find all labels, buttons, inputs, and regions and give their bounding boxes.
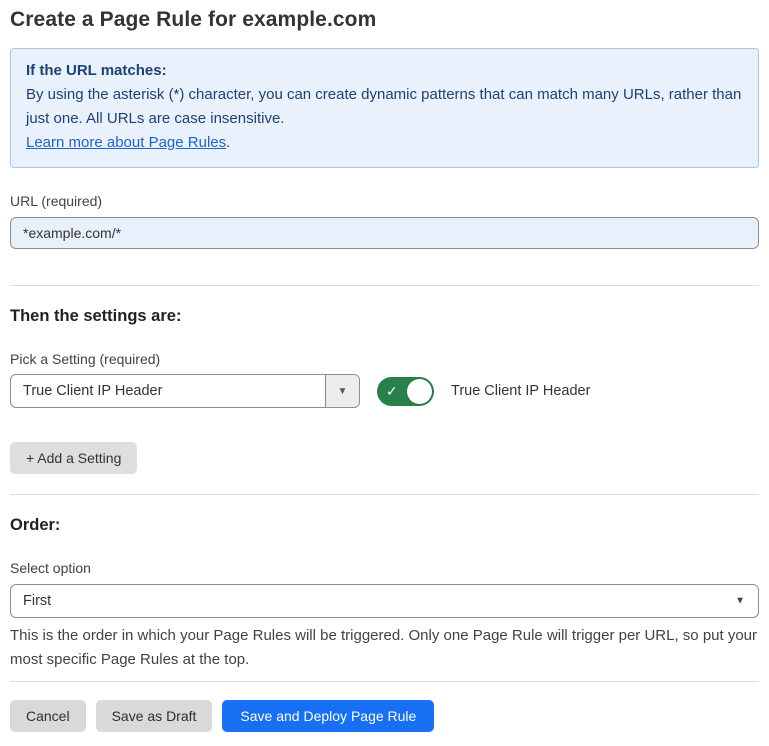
info-box-heading: If the URL matches: (26, 59, 743, 83)
page-title: Create a Page Rule for example.com (10, 8, 759, 32)
url-input[interactable] (10, 217, 759, 249)
order-select-label: Select option (10, 560, 759, 576)
setting-dropdown[interactable]: True Client IP Header ▼ (10, 374, 360, 408)
section-divider (10, 285, 759, 286)
link-suffix: . (226, 134, 230, 151)
setting-toggle-label: True Client IP Header (451, 383, 590, 399)
setting-dropdown-caret-button[interactable]: ▼ (325, 375, 359, 407)
order-select[interactable]: First ▼ (10, 584, 759, 618)
info-box-link-line: Learn more about Page Rules. (26, 131, 743, 155)
add-setting-button[interactable]: + Add a Setting (10, 442, 137, 474)
chevron-down-icon: ▼ (735, 596, 745, 607)
order-help-text: This is the order in which your Page Rul… (10, 624, 759, 672)
save-as-draft-button[interactable]: Save as Draft (96, 700, 213, 732)
chevron-down-icon: ▼ (338, 386, 348, 397)
section-divider (10, 494, 759, 495)
setting-dropdown-value: True Client IP Header (11, 375, 325, 407)
form-actions: Cancel Save as Draft Save and Deploy Pag… (10, 700, 759, 732)
setting-toggle[interactable]: ✓ (377, 377, 434, 406)
url-field-label: URL (required) (10, 193, 759, 209)
section-divider (10, 681, 759, 682)
save-and-deploy-button[interactable]: Save and Deploy Page Rule (222, 700, 434, 732)
info-box-body: By using the asterisk (*) character, you… (26, 83, 743, 131)
check-icon: ✓ (386, 384, 398, 398)
toggle-knob (407, 379, 432, 404)
page-rule-form: Create a Page Rule for example.com If th… (0, 0, 769, 746)
order-select-value: First (11, 585, 758, 617)
learn-more-link[interactable]: Learn more about Page Rules (26, 134, 226, 151)
url-match-info-box: If the URL matches: By using the asteris… (10, 48, 759, 168)
setting-picker-label: Pick a Setting (required) (10, 351, 759, 367)
setting-row: True Client IP Header ▼ ✓ True Client IP… (10, 374, 759, 408)
settings-section-heading: Then the settings are: (10, 307, 759, 326)
order-section-heading: Order: (10, 516, 759, 535)
cancel-button[interactable]: Cancel (10, 700, 86, 732)
